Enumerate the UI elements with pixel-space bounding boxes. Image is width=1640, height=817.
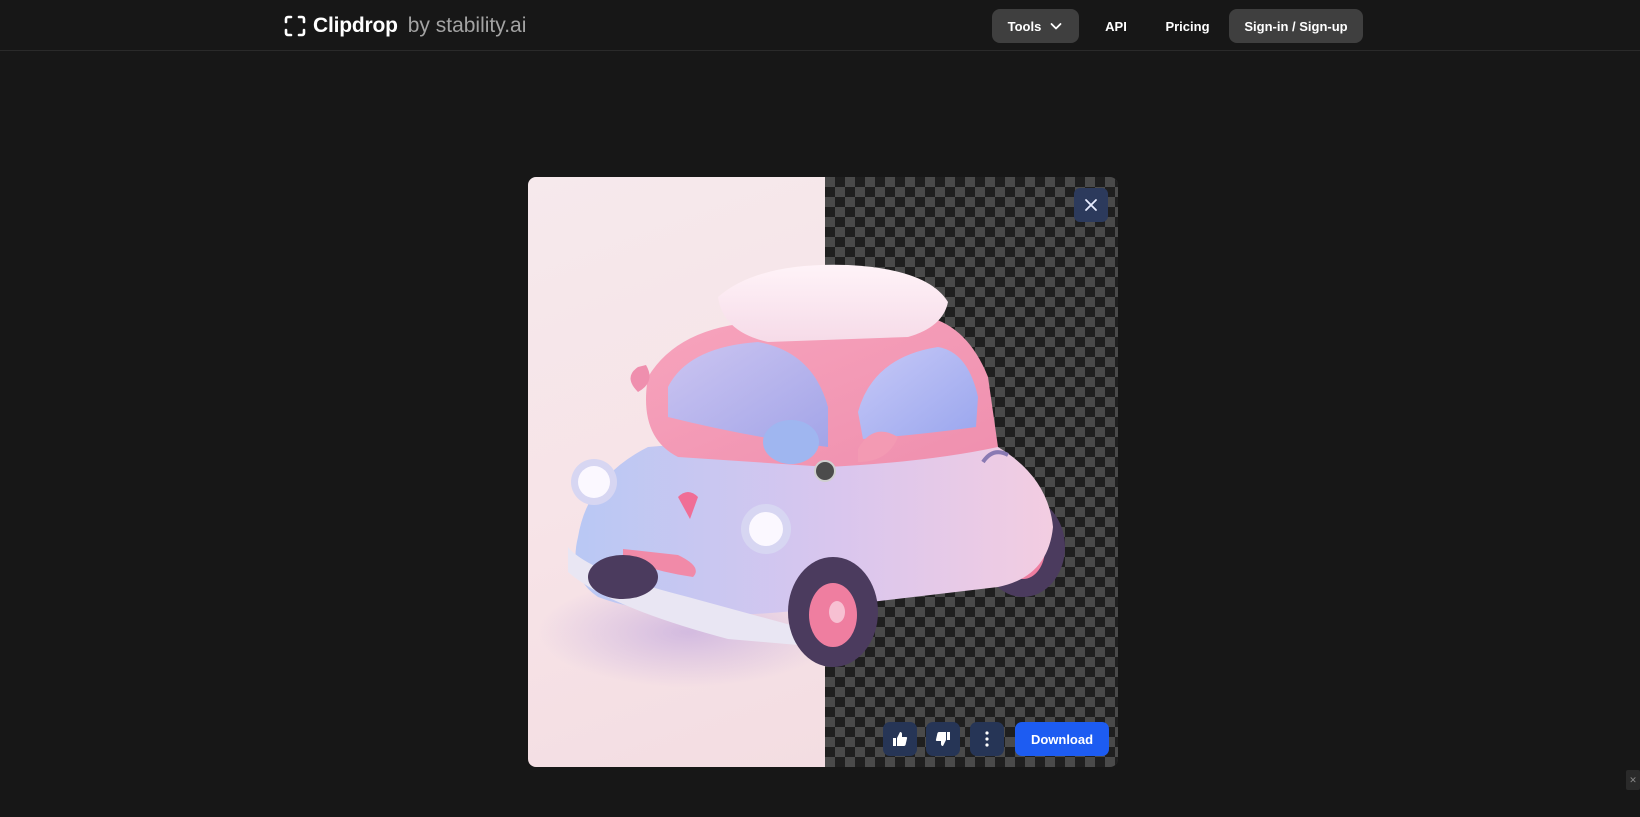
comparison-slider-handle[interactable]	[814, 460, 836, 482]
brand-name: Clipdrop	[313, 14, 398, 37]
clipdrop-logo[interactable]: Clipdrop by stability.ai	[283, 13, 526, 39]
download-button[interactable]: Download	[1015, 722, 1109, 756]
thumbs-down-button[interactable]	[926, 722, 960, 756]
close-button[interactable]	[1074, 188, 1108, 222]
top-navigation-bar: Clipdrop by stability.ai Tools API Prici…	[0, 0, 1640, 51]
close-icon	[1085, 199, 1097, 211]
more-vertical-icon	[985, 731, 989, 747]
thumbs-up-icon	[893, 732, 908, 746]
before-after-image-viewer[interactable]: Download	[528, 177, 1118, 767]
logo-mark-icon	[284, 15, 306, 37]
brand-suffix: by stability.ai	[407, 14, 527, 37]
thumbs-up-button[interactable]	[883, 722, 917, 756]
api-link[interactable]: API	[1091, 9, 1141, 43]
pricing-link[interactable]: Pricing	[1155, 9, 1220, 43]
more-options-button[interactable]	[970, 722, 1004, 756]
sign-in-button[interactable]: Sign-in / Sign-up	[1229, 9, 1363, 43]
tools-label: Tools	[1007, 18, 1042, 34]
chevron-down-icon	[1050, 23, 1062, 30]
thumbs-down-icon	[935, 732, 950, 746]
corner-widget[interactable]: ✕	[1626, 770, 1640, 790]
tools-menu-button[interactable]: Tools	[992, 9, 1079, 43]
